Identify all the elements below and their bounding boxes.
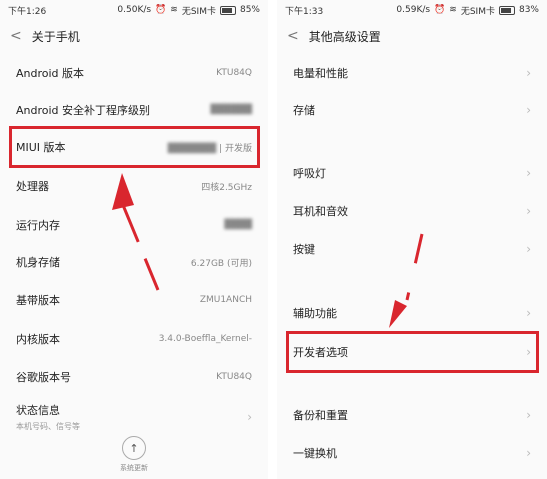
about-phone-screen: 下午1:26 0.50K/s ⏰ ≋ 无SIM卡 85% < 关于手机 Andr… [0,0,268,479]
annotation-arrow [389,233,424,328]
advanced-settings-screen: 下午1:33 0.59K/s ⏰ ≋ 无SIM卡 83% < 其他高级设置 电量… [277,0,547,479]
annotation-arrow [112,173,160,291]
